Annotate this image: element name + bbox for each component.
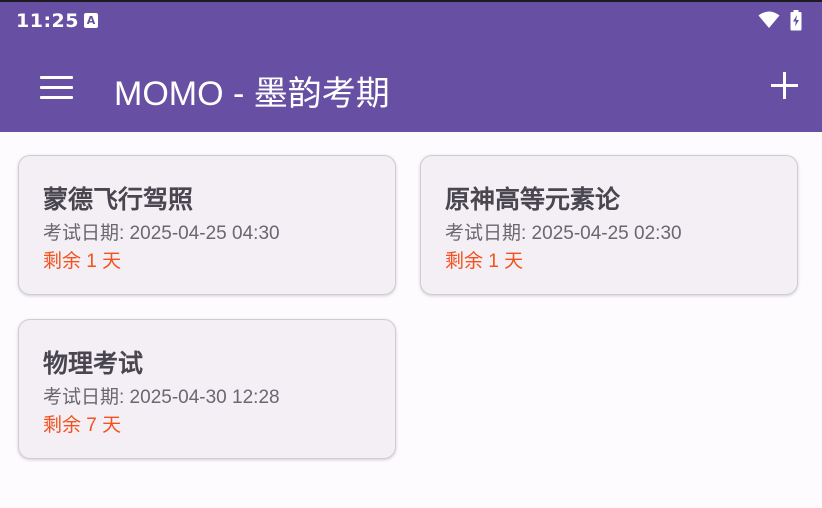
exam-remaining-days: 剩余 1 天 [445, 251, 524, 272]
exam-name: 原神高等元素论 [445, 185, 621, 214]
notification-app-icon: A [84, 13, 98, 28]
status-bar: 11:25 A [0, 0, 822, 42]
exam-date: 考试日期: 2025-04-25 02:30 [445, 223, 682, 244]
exam-date: 考试日期: 2025-04-25 04:30 [43, 223, 280, 244]
wifi-icon [758, 11, 780, 28]
exam-date: 考试日期: 2025-04-30 12:28 [43, 387, 280, 408]
exam-name: 物理考试 [43, 349, 144, 378]
app-title: MOMO - 墨韵考期 [114, 75, 390, 113]
battery-charging-icon [790, 10, 802, 31]
exam-remaining-days: 剩余 7 天 [43, 415, 122, 436]
add-exam-button[interactable] [762, 64, 806, 108]
exam-name: 蒙德飞行驾照 [43, 185, 194, 214]
exam-card[interactable]: 物理考试 考试日期: 2025-04-30 12:28 剩余 7 天 [18, 319, 396, 459]
exam-card[interactable]: 蒙德飞行驾照 考试日期: 2025-04-25 04:30 剩余 1 天 [18, 155, 396, 295]
exam-remaining-days: 剩余 1 天 [43, 251, 122, 272]
app-bar: MOMO - 墨韵考期 [0, 42, 822, 132]
app-screen: 11:25 A MOMO - 墨韵考期 蒙德飞行驾照 考试日期: 2025-04… [0, 0, 822, 508]
menu-button[interactable] [32, 65, 80, 109]
status-time: 11:25 [16, 10, 79, 32]
exam-card[interactable]: 原神高等元素论 考试日期: 2025-04-25 02:30 剩余 1 天 [420, 155, 798, 295]
